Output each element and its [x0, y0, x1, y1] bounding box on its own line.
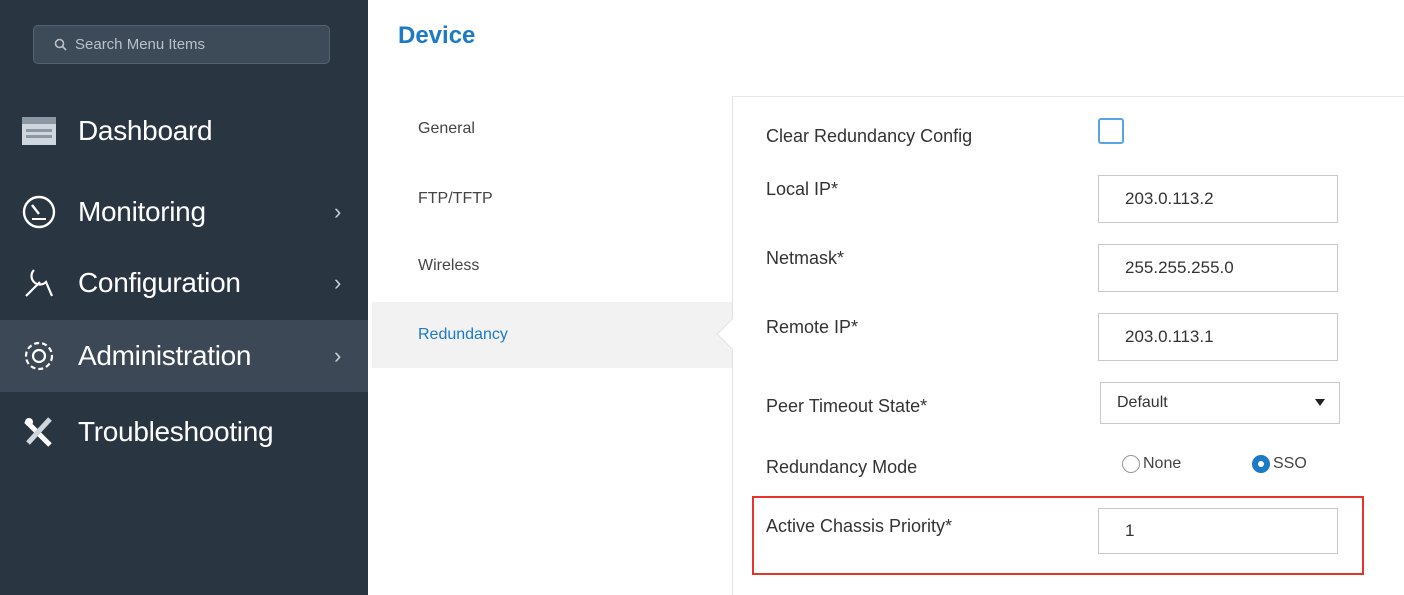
- sidebar: Search Menu Items Dashboard Monitoring ›…: [0, 0, 368, 595]
- mode-none-label: None: [1143, 455, 1182, 472]
- highlight-annotation: [752, 496, 1364, 575]
- remote-ip-field[interactable]: 203.0.113.1: [1098, 313, 1338, 361]
- mode-sso-option[interactable]: SSO: [1252, 455, 1307, 473]
- tab-label: Wireless: [418, 257, 480, 274]
- peer-timeout-select[interactable]: Default: [1100, 382, 1340, 424]
- mode-none-radio[interactable]: [1122, 455, 1140, 473]
- peer-timeout-row: Peer Timeout State* Default: [766, 382, 1366, 424]
- mode-sso-label: SSO: [1273, 455, 1307, 472]
- dashboard-icon: [18, 110, 60, 152]
- mode-sso-radio[interactable]: [1252, 455, 1270, 473]
- chevron-right-icon: ›: [334, 270, 342, 295]
- local-ip-row: Local IP* 203.0.113.2: [766, 175, 1366, 223]
- tab-general[interactable]: General: [372, 96, 732, 162]
- remote-ip-value: 203.0.113.1: [1125, 327, 1214, 346]
- sidebar-item-label: Administration: [78, 340, 252, 371]
- redundancy-mode-row: Redundancy Mode None SSO: [766, 447, 1366, 487]
- local-ip-value: 203.0.113.2: [1125, 189, 1214, 208]
- gear-icon: [18, 335, 60, 377]
- clear-config-label: Clear Redundancy Config: [766, 126, 973, 146]
- tab-label: FTP/TFTP: [418, 190, 493, 207]
- tools-icon: [18, 411, 60, 453]
- netmask-value: 255.255.255.0: [1125, 258, 1234, 277]
- netmask-label: Netmask*: [766, 248, 845, 268]
- sidebar-item-dashboard[interactable]: Dashboard: [0, 95, 368, 167]
- clear-config-checkbox[interactable]: [1098, 118, 1124, 144]
- sidebar-item-administration[interactable]: Administration ›: [0, 320, 368, 392]
- chevron-right-icon: ›: [334, 343, 342, 368]
- local-ip-field[interactable]: 203.0.113.2: [1098, 175, 1338, 223]
- remote-ip-row: Remote IP* 203.0.113.1: [766, 313, 1366, 361]
- netmask-row: Netmask* 255.255.255.0: [766, 244, 1366, 292]
- wrench-icon: [18, 262, 60, 304]
- search-input[interactable]: Search Menu Items: [33, 25, 330, 64]
- tab-ftp-tftp[interactable]: FTP/TFTP: [372, 166, 732, 232]
- sidebar-item-label: Configuration: [78, 267, 241, 298]
- peer-timeout-value: Default: [1117, 394, 1168, 411]
- chevron-right-icon: ›: [334, 199, 342, 224]
- local-ip-label: Local IP*: [766, 179, 839, 199]
- sidebar-item-monitoring[interactable]: Monitoring ›: [0, 176, 368, 248]
- sidebar-item-label: Dashboard: [78, 115, 213, 146]
- sidebar-item-troubleshooting[interactable]: Troubleshooting: [0, 396, 368, 468]
- sidebar-item-label: Monitoring: [78, 196, 206, 227]
- redundancy-mode-label: Redundancy Mode: [766, 457, 918, 477]
- tab-wireless[interactable]: Wireless: [372, 233, 732, 299]
- sidebar-item-configuration[interactable]: Configuration ›: [0, 247, 368, 319]
- tab-redundancy[interactable]: Redundancy: [372, 302, 732, 368]
- tab-label: Redundancy: [418, 326, 508, 343]
- remote-ip-label: Remote IP*: [766, 317, 859, 337]
- clear-config-row: Clear Redundancy Config: [766, 118, 1366, 158]
- chevron-down-icon: [1315, 399, 1325, 406]
- gauge-icon: [18, 191, 60, 233]
- netmask-field[interactable]: 255.255.255.0: [1098, 244, 1338, 292]
- page-title: Device: [398, 22, 476, 49]
- sidebar-item-label: Troubleshooting: [78, 416, 274, 447]
- mode-none-option[interactable]: None: [1122, 455, 1181, 473]
- tab-label: General: [418, 120, 475, 137]
- search-placeholder: Search Menu Items: [75, 36, 206, 53]
- peer-timeout-label: Peer Timeout State*: [766, 396, 928, 416]
- search-icon: [54, 38, 67, 51]
